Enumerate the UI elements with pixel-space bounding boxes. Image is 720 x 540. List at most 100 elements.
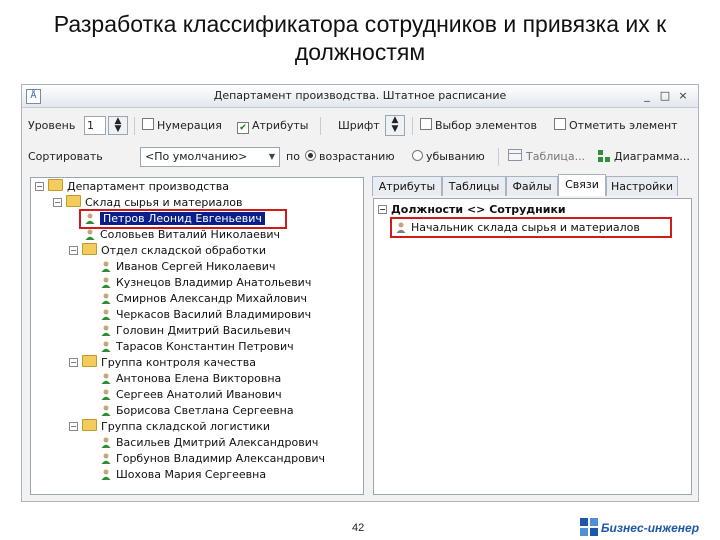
person-icon: [101, 325, 111, 336]
tree-node-person[interactable]: Шохова Мария Сергеевна: [101, 467, 266, 483]
person-icon: [101, 389, 111, 400]
tree-node-person[interactable]: Тарасов Константин Петрович: [101, 339, 294, 355]
tree-node-label: Группа складской логистики: [101, 420, 271, 433]
radio-icon: [412, 150, 423, 161]
ascending-label: возрастанию: [319, 150, 395, 163]
level-label: Уровень: [28, 119, 76, 132]
folder-icon: [48, 179, 63, 191]
attributes-checkbox[interactable]: ✔ Атрибуты: [237, 111, 308, 141]
collapse-icon[interactable]: −: [53, 198, 62, 207]
tree-node-label: Склад сырья и материалов: [85, 196, 243, 209]
tree-node-label: Смирнов Александр Михайлович: [116, 292, 307, 305]
person-icon: [101, 373, 111, 384]
diagram-icon: [598, 150, 610, 162]
table-icon: [508, 149, 522, 161]
font-size-stepper[interactable]: ▲ ▼: [385, 115, 405, 136]
tree-node-label: Отдел складской обработки: [101, 244, 267, 257]
tree-node-group[interactable]: − Отдел складской обработки: [69, 243, 266, 259]
select-elements-checkbox[interactable]: Выбор элементов: [420, 111, 537, 141]
folder-icon: [82, 243, 97, 255]
collapse-icon[interactable]: −: [69, 358, 78, 367]
collapse-icon[interactable]: −: [69, 246, 78, 255]
sort-label: Сортировать: [28, 150, 103, 163]
checkbox-icon: [142, 118, 154, 130]
links-panel: − Должности <> Сотрудники Начальник склад…: [373, 198, 692, 495]
descending-radio[interactable]: убыванию: [412, 142, 485, 172]
by-label: по: [286, 150, 300, 163]
tree-node-person[interactable]: Борисова Светлана Сергеевна: [101, 403, 294, 419]
tree-node-person[interactable]: Антонова Елена Викторовна: [101, 371, 281, 387]
numeration-label: Нумерация: [157, 119, 222, 132]
level-input[interactable]: 1: [84, 116, 106, 135]
minimize-button[interactable]: _: [638, 85, 656, 107]
tree-node-person[interactable]: Васильев Дмитрий Александрович: [101, 435, 318, 451]
tree-node-label: Васильев Дмитрий Александрович: [116, 436, 319, 449]
level-stepper[interactable]: ▲ ▼: [108, 116, 128, 135]
collapse-icon[interactable]: −: [35, 182, 44, 191]
tree-node-label: Тарасов Константин Петрович: [116, 340, 294, 353]
ascending-radio[interactable]: возрастанию: [305, 142, 395, 172]
tab-links[interactable]: Связи: [558, 174, 606, 196]
separator: [412, 117, 413, 135]
table-button[interactable]: Таблица...: [508, 142, 585, 172]
tree-node-person[interactable]: Сергеев Анатолий Иванович: [101, 387, 282, 403]
toolbar-view: Уровень 1 ▲ ▼ Нумерация ✔ Атрибуты Шрифт ▲…: [22, 111, 698, 141]
close-button[interactable]: ×: [674, 85, 692, 107]
tree-node-label: Группа контроля качества: [101, 356, 256, 369]
numeration-checkbox[interactable]: Нумерация: [142, 111, 222, 141]
tree-node-person[interactable]: Головин Дмитрий Васильевич: [101, 323, 291, 339]
person-icon: [85, 229, 95, 240]
tab-files[interactable]: Файлы: [506, 176, 558, 196]
tab-attributes[interactable]: Атрибуты: [372, 176, 442, 196]
highlight-box-position: [390, 217, 672, 238]
tree-node-label: Борисова Светлана Сергеевна: [116, 404, 294, 417]
links-group-header[interactable]: − Должности <> Сотрудники: [378, 202, 566, 218]
tree-node-label: Шохова Мария Сергеевна: [116, 468, 267, 481]
page-number: 42: [352, 522, 365, 534]
tree-node-person[interactable]: Горбунов Владимир Александрович: [101, 451, 325, 467]
separator: [498, 148, 499, 166]
mark-element-label: Отметить элемент: [569, 119, 678, 132]
tree-node-person[interactable]: Черкасов Василий Владимирович: [101, 307, 311, 323]
diagram-button[interactable]: Диаграмма...: [598, 142, 690, 172]
person-icon: [101, 293, 111, 304]
sort-dropdown[interactable]: <По умолчанию> ▼: [140, 147, 280, 167]
toolbar-sort: Сортировать <По умолчанию> ▼ по возраста…: [22, 142, 698, 172]
person-icon: [101, 261, 111, 272]
tree-node-group[interactable]: − Группа складской логистики: [69, 419, 270, 435]
tree-node-root[interactable]: − Департамент производства: [35, 179, 229, 195]
person-icon: [101, 309, 111, 320]
collapse-icon[interactable]: −: [378, 205, 387, 214]
window-title: Департамент производства. Штатное распис…: [213, 89, 507, 102]
window-controls: _ □ ×: [638, 85, 692, 107]
mark-element-checkbox[interactable]: Отметить элемент: [554, 111, 678, 141]
tree-node-person[interactable]: Кузнецов Владимир Анатольевич: [101, 275, 311, 291]
checkbox-icon: [554, 118, 566, 130]
tab-tables[interactable]: Таблицы: [442, 176, 506, 196]
folder-icon: [82, 355, 97, 367]
tree-node-label: Сергеев Анатолий Иванович: [116, 388, 282, 401]
separator: [320, 117, 321, 135]
tab-settings[interactable]: Настройки: [606, 176, 678, 196]
separator: [134, 117, 135, 135]
tree-node-person[interactable]: Иванов Сергей Николаевич: [101, 259, 275, 275]
slide-title: Разработка классификатора сотрудников и …: [53, 11, 667, 65]
person-icon: [101, 341, 111, 352]
tree-node-group[interactable]: − Группа контроля качества: [69, 355, 256, 371]
company-logo: Бизнес-инженер: [580, 518, 699, 536]
logo-text: Бизнес-инженер: [601, 521, 700, 535]
folder-icon: [66, 195, 81, 207]
maximize-button[interactable]: □: [656, 85, 674, 107]
font-label: Шрифт: [338, 119, 380, 132]
tree-node-label: Департамент производства: [67, 180, 229, 193]
attributes-label: Атрибуты: [252, 119, 309, 132]
person-icon: [101, 453, 111, 464]
window-titlebar[interactable]: Å Департамент производства. Штатное расп…: [22, 85, 698, 108]
tree-node-label: Горбунов Владимир Александрович: [116, 452, 326, 465]
tree-node-person[interactable]: Смирнов Александр Михайлович: [101, 291, 307, 307]
checkmark-icon: ✔: [237, 122, 249, 134]
tree-node-person[interactable]: Соловьев Виталий Николаевич: [85, 227, 280, 243]
collapse-icon[interactable]: −: [69, 422, 78, 431]
select-elements-label: Выбор элементов: [435, 119, 537, 132]
staff-tree[interactable]: − Департамент производства − Склад сырья и…: [30, 177, 364, 495]
